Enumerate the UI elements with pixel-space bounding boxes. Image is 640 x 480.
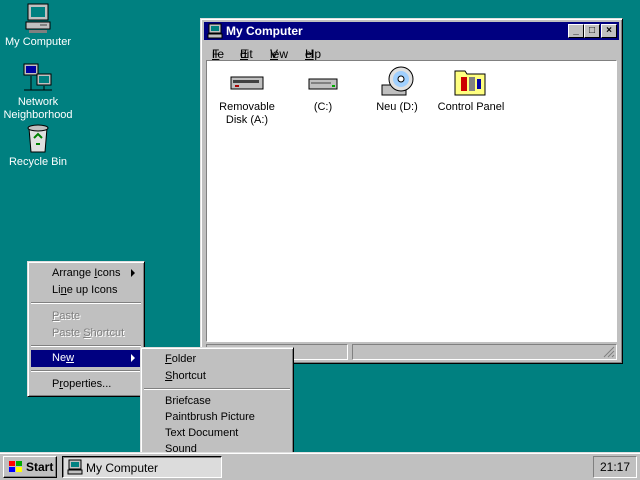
system-tray-clock[interactable]: 21:17 bbox=[593, 456, 637, 478]
menu-item-line-up-icons[interactable]: Line up Icons bbox=[31, 282, 141, 299]
menu-separator bbox=[31, 302, 141, 304]
submenu-arrow-icon bbox=[131, 269, 135, 277]
menu-item-properties[interactable]: Properties... bbox=[31, 376, 141, 393]
menu-separator bbox=[31, 370, 141, 372]
desktop-icon-label: Recycle Bin bbox=[8, 156, 68, 168]
submenu-item-paintbrush-picture[interactable]: Paintbrush Picture bbox=[144, 409, 290, 426]
drive-label: Neu (D:) bbox=[376, 101, 418, 113]
window-title: My Computer bbox=[226, 24, 303, 38]
start-button[interactable]: Start bbox=[3, 456, 57, 478]
drive-item-d[interactable]: Neu (D:) bbox=[357, 65, 437, 114]
drive-item-c[interactable]: (C:) bbox=[283, 65, 363, 114]
menu-item-new[interactable]: New bbox=[31, 350, 141, 367]
desktop-icon-recycle-bin[interactable]: Recycle Bin bbox=[0, 122, 76, 169]
desktop-context-menu: Arrange Icons Line up Icons Paste Paste … bbox=[27, 261, 145, 397]
submenu-item-folder[interactable]: Folder bbox=[144, 351, 290, 368]
resize-grip-icon[interactable] bbox=[603, 346, 615, 358]
close-button[interactable]: × bbox=[601, 24, 617, 38]
my-computer-icon bbox=[22, 2, 54, 34]
start-label: Start bbox=[26, 460, 54, 474]
desktop-icon-label: My Computer bbox=[4, 36, 72, 48]
my-computer-window[interactable]: My Computer _ □ × File Edit View Help Re… bbox=[200, 18, 623, 364]
minimize-icon: _ bbox=[573, 25, 579, 36]
control-panel-icon bbox=[453, 65, 489, 99]
maximize-button[interactable]: □ bbox=[584, 24, 600, 38]
submenu-item-text-document[interactable]: Text Document bbox=[144, 425, 290, 442]
taskbar-button-my-computer[interactable]: My Computer bbox=[62, 456, 222, 478]
menu-separator bbox=[31, 345, 141, 347]
close-icon: × bbox=[606, 25, 612, 36]
cd-drive-icon bbox=[379, 65, 415, 99]
menu-item-paste: Paste bbox=[52, 310, 81, 322]
floppy-drive-icon bbox=[229, 65, 265, 99]
menu-bar: File Edit View Help bbox=[212, 47, 322, 61]
submenu-item-shortcut[interactable]: Shortcut bbox=[144, 368, 290, 385]
submenu-item-briefcase[interactable]: Briefcase bbox=[144, 393, 290, 410]
minimize-button[interactable]: _ bbox=[568, 24, 584, 38]
drive-label: Removable Disk (A:) bbox=[219, 101, 275, 126]
menu-item-paste-shortcut: Paste Shortcut bbox=[52, 327, 125, 339]
my-computer-icon bbox=[207, 23, 223, 39]
status-pane-right bbox=[352, 344, 617, 360]
taskbar: Start My Computer 21:17 bbox=[0, 452, 640, 480]
submenu-arrow-icon bbox=[131, 354, 135, 362]
my-computer-icon bbox=[67, 459, 83, 475]
hard-drive-icon bbox=[305, 65, 341, 99]
windows-logo-icon bbox=[8, 460, 24, 474]
control-panel-label: Control Panel bbox=[437, 101, 505, 113]
new-submenu: Folder Shortcut Briefcase Paintbrush Pic… bbox=[140, 347, 294, 461]
control-panel-item[interactable]: Control Panel bbox=[431, 65, 511, 114]
maximize-icon: □ bbox=[588, 25, 596, 36]
desktop-icon-label: Network Neighborhood bbox=[3, 96, 73, 121]
window-titlebar[interactable]: My Computer _ □ × bbox=[204, 22, 619, 40]
network-neighborhood-icon bbox=[22, 62, 54, 94]
window-content: Removable Disk (A:) (C:) Neu (D:) Control… bbox=[206, 60, 617, 342]
drive-item-floppy[interactable]: Removable Disk (A:) bbox=[207, 65, 287, 127]
clock-time: 21:17 bbox=[599, 460, 631, 474]
desktop-icon-my-computer[interactable]: My Computer bbox=[0, 2, 76, 49]
taskbar-button-label: My Computer bbox=[86, 461, 159, 475]
desktop-icon-network-neighborhood[interactable]: Network Neighborhood bbox=[0, 62, 76, 122]
menu-separator bbox=[144, 388, 290, 390]
drive-label: (C:) bbox=[313, 101, 333, 113]
menu-item-arrange-icons[interactable]: Arrange Icons bbox=[31, 265, 141, 282]
recycle-bin-icon bbox=[22, 122, 54, 154]
